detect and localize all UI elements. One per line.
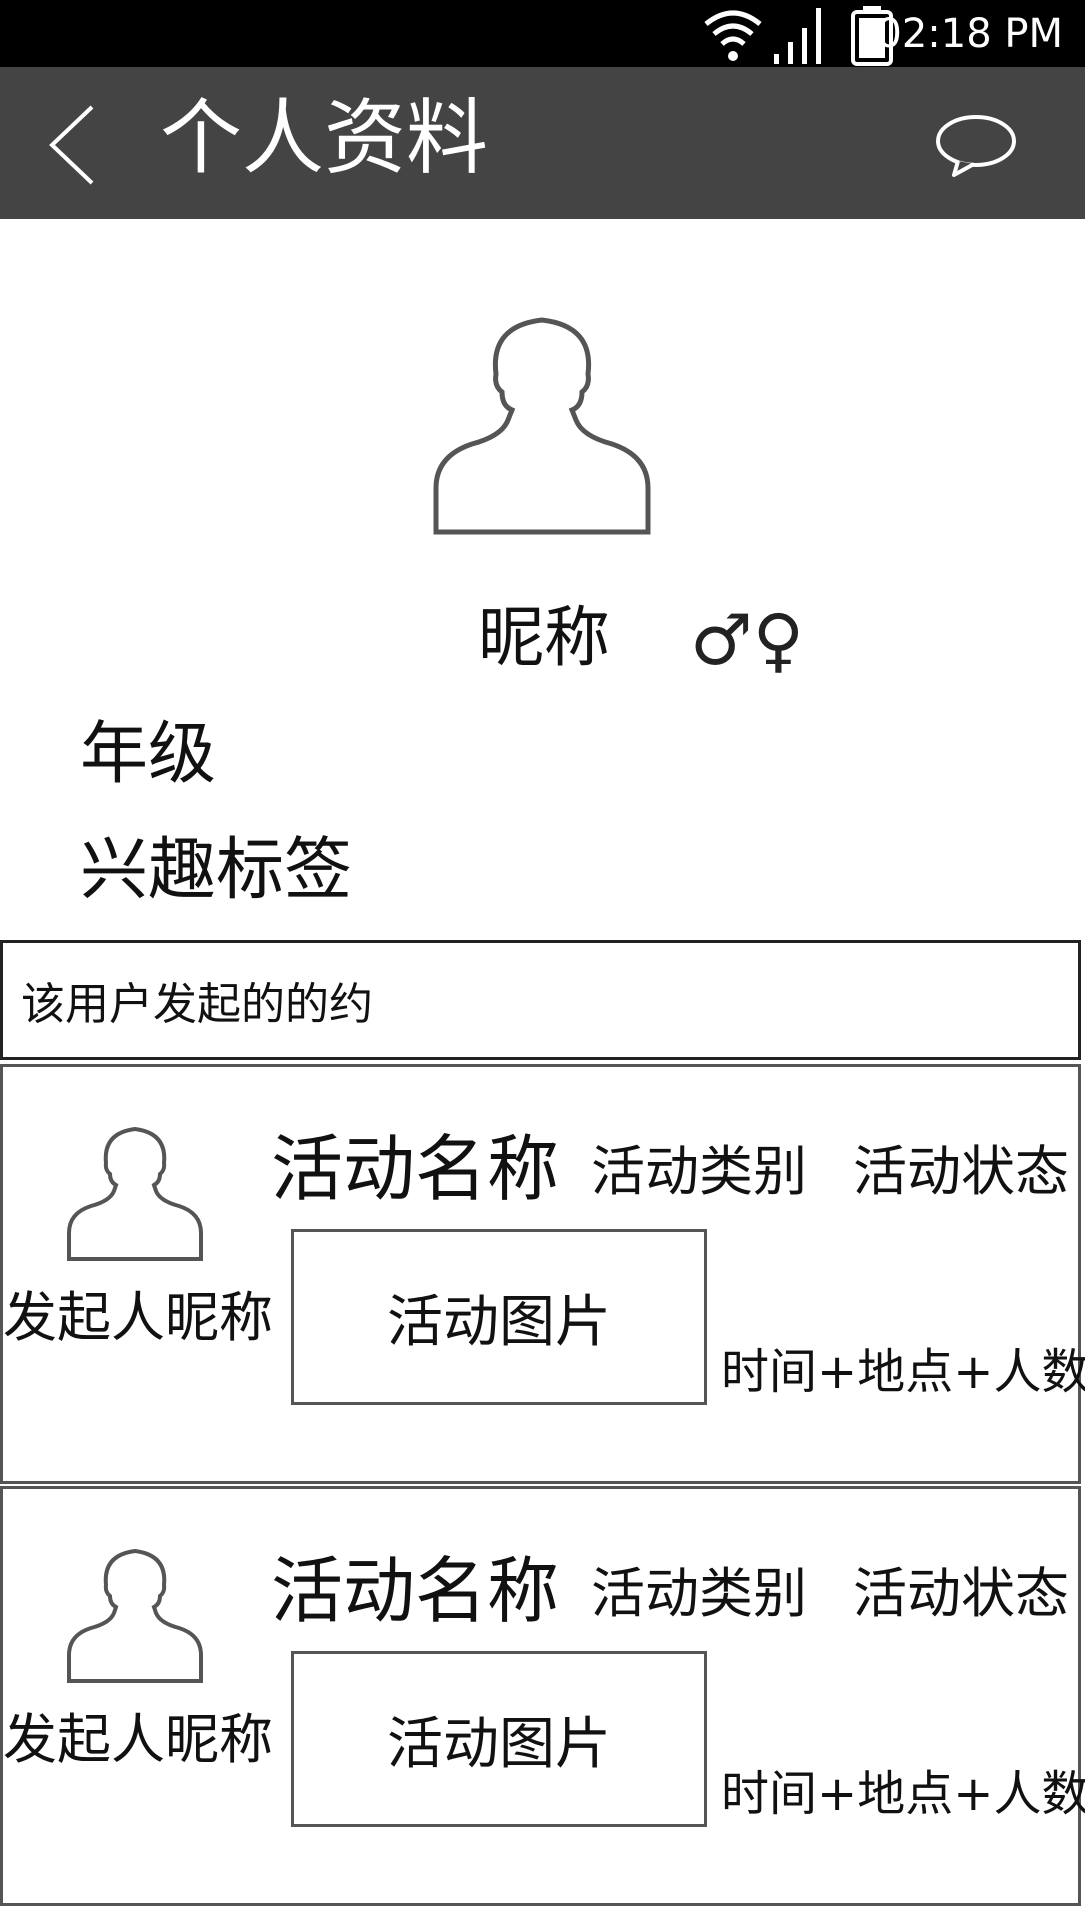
activity-meta: 时间+地点+人数 — [721, 1344, 1085, 1400]
activity-status: 活动状态 — [853, 1562, 1069, 1625]
gender-symbols[interactable]: ♂♀ — [690, 600, 804, 680]
avatar-icon[interactable] — [432, 316, 652, 538]
activity-category: 活动类别 — [591, 1140, 807, 1203]
page-title: 个人资料 — [160, 91, 489, 186]
interest-tags-label: 兴趣标签 — [80, 831, 353, 910]
status-bar: 02:18 PM — [0, 0, 1085, 67]
activity-image-label: 活动图片 — [387, 1711, 611, 1777]
initiator-nickname: 发起人昵称 — [3, 1286, 273, 1349]
wifi-icon — [704, 10, 762, 61]
initiator-avatar-icon[interactable] — [67, 1549, 203, 1685]
activity-name[interactable]: 活动名称 — [271, 1125, 559, 1213]
section-header: 该用户发起的的约 — [0, 940, 1081, 1060]
activity-image[interactable]: 活动图片 — [291, 1651, 707, 1827]
initiator-nickname: 发起人昵称 — [3, 1708, 273, 1771]
activity-card[interactable]: 发起人昵称 活动名称 活动类别 活动状态 活动图片 时间+地点+人数 — [0, 1064, 1085, 1484]
nickname: 昵称 — [478, 599, 610, 676]
back-arrow-icon[interactable] — [44, 103, 104, 187]
activity-card[interactable]: 发起人昵称 活动名称 活动类别 活动状态 活动图片 时间+地点+人数 — [0, 1486, 1085, 1906]
section-header-label: 该用户发起的的约 — [21, 979, 373, 1030]
activity-category: 活动类别 — [591, 1562, 807, 1625]
activity-name[interactable]: 活动名称 — [271, 1547, 559, 1635]
signal-icon — [774, 8, 821, 64]
chat-bubble-icon[interactable] — [934, 113, 1018, 179]
app-bar: 个人资料 — [0, 67, 1085, 219]
activity-status: 活动状态 — [853, 1140, 1069, 1203]
initiator-avatar-icon[interactable] — [67, 1127, 203, 1263]
activity-image-label: 活动图片 — [387, 1289, 611, 1355]
status-time: 02:18 PM — [876, 11, 1063, 57]
activity-meta: 时间+地点+人数 — [721, 1766, 1085, 1822]
grade-label: 年级 — [80, 715, 217, 794]
activity-image[interactable]: 活动图片 — [291, 1229, 707, 1405]
